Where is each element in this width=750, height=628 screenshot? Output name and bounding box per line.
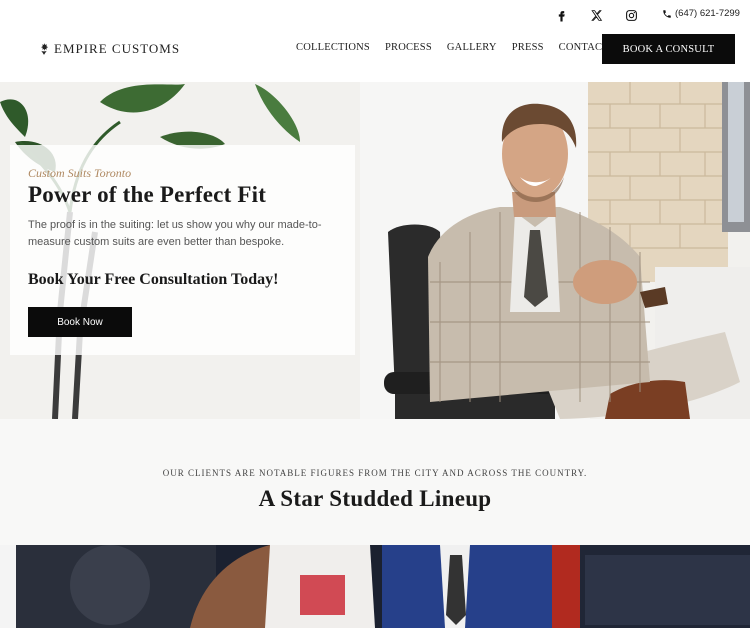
book-consult-button[interactable]: BOOK A CONSULT (602, 34, 735, 64)
crest-icon (41, 43, 49, 55)
lineup-section: OUR CLIENTS ARE NOTABLE FIGURES FROM THE… (0, 419, 750, 545)
lineup-eyebrow: OUR CLIENTS ARE NOTABLE FIGURES FROM THE… (162, 468, 588, 478)
facebook-icon[interactable] (554, 8, 568, 22)
nav-process[interactable]: PROCESS (385, 42, 432, 53)
main-header: EMPIRE CUSTOMS COLLECTIONS PROCESS GALLE… (0, 30, 750, 82)
instagram-icon[interactable] (624, 8, 638, 22)
phone-icon (663, 9, 671, 18)
logo[interactable]: EMPIRE CUSTOMS (37, 41, 180, 57)
logo-text: EMPIRE CUSTOMS (54, 41, 181, 56)
x-twitter-icon[interactable] (589, 8, 603, 22)
client-photo-strip (0, 545, 750, 628)
hero-title: Power of the Perfect Fit (28, 182, 267, 207)
client-photo (0, 545, 750, 628)
lineup-title: A Star Studded Lineup (258, 486, 492, 511)
phone-number: (647) 621-7299 (675, 8, 740, 19)
primary-nav: COLLECTIONS PROCESS GALLERY PRESS CONTAC… (296, 42, 609, 53)
phone-link[interactable]: (647) 621-7299 (662, 8, 740, 19)
book-now-button[interactable]: Book Now (28, 307, 132, 337)
top-utility-bar: (647) 621-7299 (0, 0, 750, 30)
nav-collections[interactable]: COLLECTIONS (296, 42, 370, 53)
nav-press[interactable]: PRESS (512, 42, 544, 53)
hero-description: The proof is in the suiting: let us show… (28, 219, 322, 248)
nav-gallery[interactable]: GALLERY (447, 42, 497, 53)
hero-eyebrow: Custom Suits Toronto (28, 166, 132, 180)
hero-section: Custom Suits Toronto Power of the Perfec… (0, 82, 750, 419)
hero-subheading: Book Your Free Consultation Today! (28, 271, 279, 288)
